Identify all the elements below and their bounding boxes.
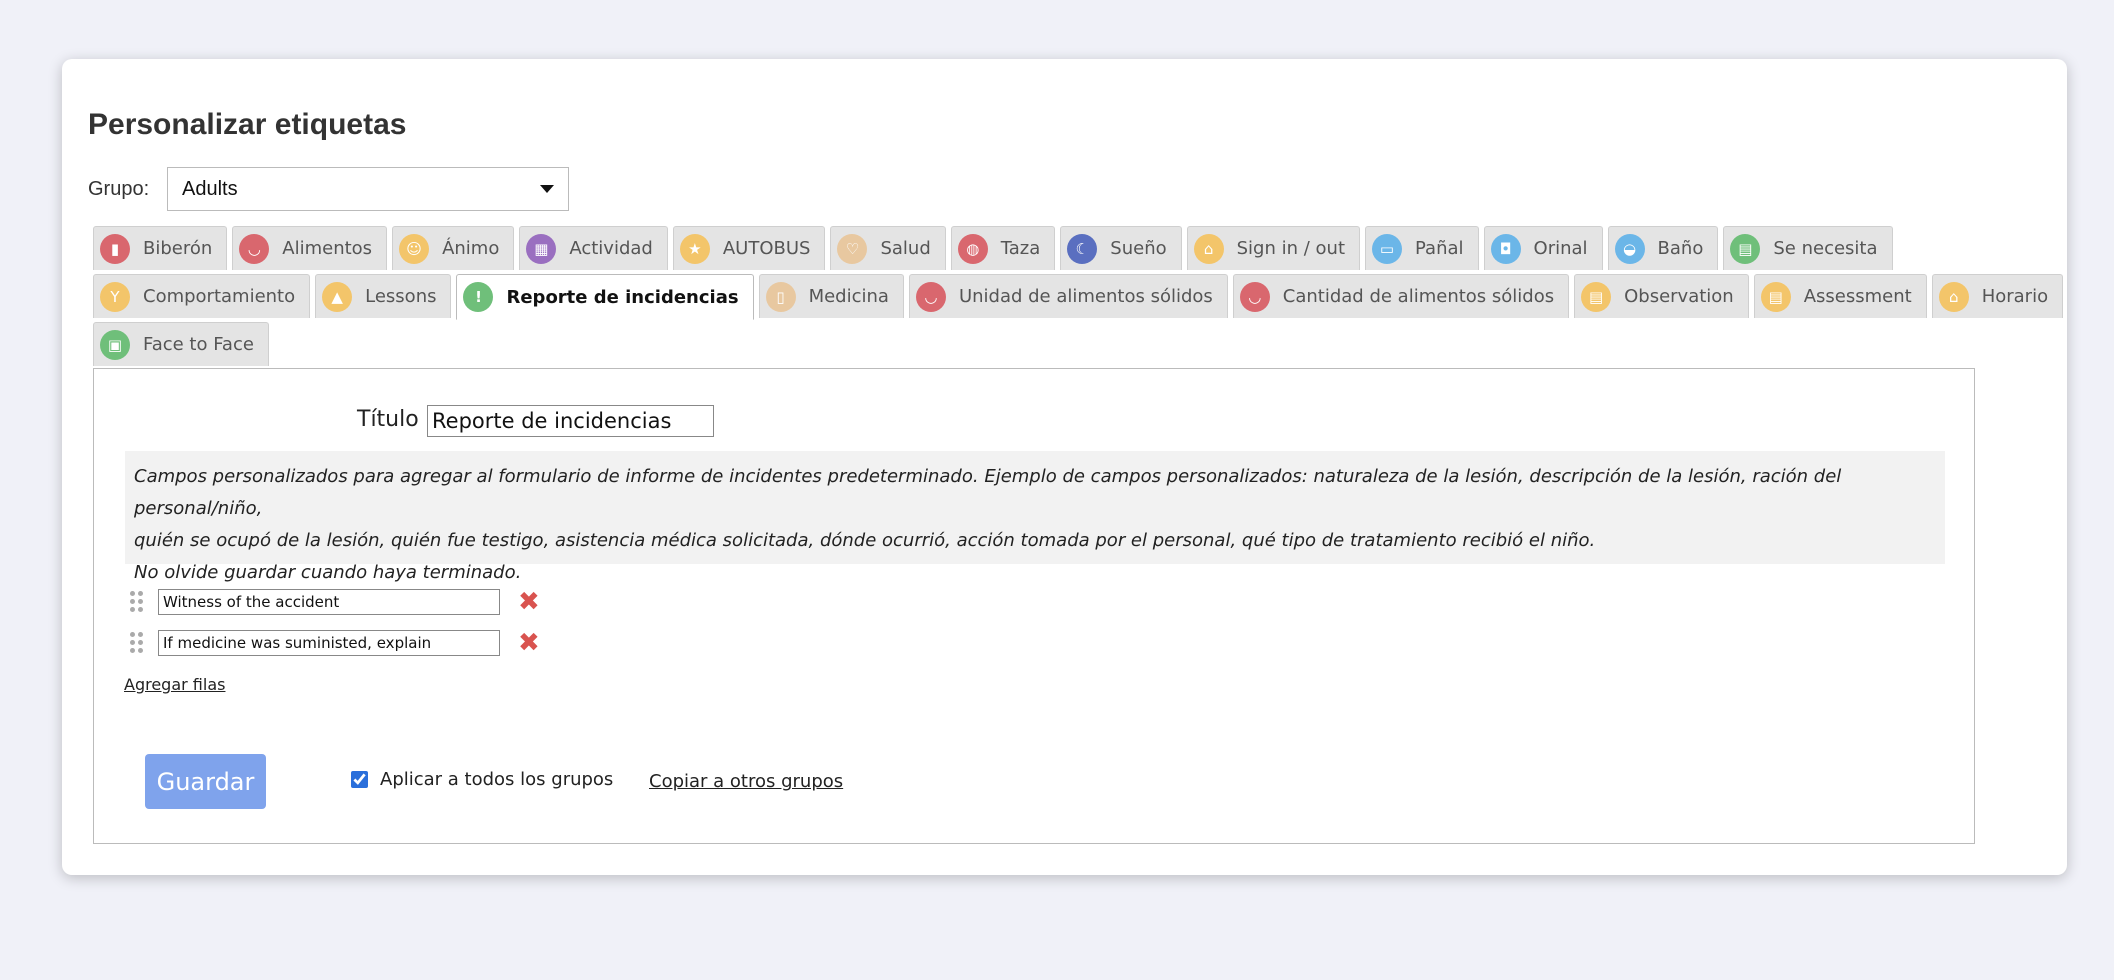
tab-label: Alimentos [282,238,373,259]
tab-se-necesita[interactable]: ▤ Se necesita [1723,226,1893,270]
group-label: Grupo: [88,178,150,200]
blocks-icon: ▦ [526,233,557,264]
bowl-icon: ◡ [1239,281,1270,312]
group-select-value: Adults [182,178,238,200]
title-label: Título [357,407,419,432]
cup-icon: ◍ [957,233,988,264]
tab-taza[interactable]: ◍ Taza [950,226,1056,270]
note-icon: ▤ [1760,281,1791,312]
delete-icon[interactable]: ✖ [518,589,540,615]
apply-all-groups[interactable]: Aplicar a todos los grupos [351,769,613,790]
tab-label: Assessment [1803,286,1912,307]
face-to-face-icon: ▣ [100,329,130,360]
behavior-icon: Y [100,281,130,312]
tab-label: Cantidad de alimentos sólidos [1282,286,1555,307]
delete-icon[interactable]: ✖ [518,630,540,656]
tab-actividad[interactable]: ▦ Actividad [519,226,668,270]
graduation-cap-icon: ▲ [322,281,353,312]
tab-label: Reporte de incidencias [506,286,739,308]
title-input[interactable] [427,405,714,437]
tab-label: Observation [1624,286,1734,307]
tab-label: Sign in / out [1236,238,1346,259]
tab-sueño[interactable]: ☾ Sueño [1060,226,1182,270]
medicine-icon: ▯ [765,281,796,312]
add-rows-link[interactable]: Agregar filas [124,675,225,694]
apply-all-label: Aplicar a todos los grupos [380,769,614,790]
tab-medicina[interactable]: ▯ Medicina [758,274,904,318]
info-line: Campos personalizados para agregar al fo… [134,466,1842,519]
tab-horario[interactable]: ⌂ Horario [1931,274,2064,318]
tab-sign-in-out[interactable]: ⌂ Sign in / out [1186,226,1361,270]
tab-orinal[interactable]: ◘ Orinal [1483,226,1603,270]
tab-label: Biberón [143,238,213,259]
tab-label: Se necesita [1773,238,1878,259]
tab-autobus[interactable]: ★ AUTOBUS [672,226,826,270]
page-title: Personalizar etiquetas [88,108,407,141]
tab-label: Taza [1000,238,1041,259]
warning-icon: ! [463,282,494,312]
bath-icon: ◒ [1614,233,1645,264]
tab-baño[interactable]: ◒ Baño [1607,226,1719,270]
tab-face-to-face[interactable]: ▣ Face to Face [93,322,269,366]
stethoscope-icon: ♡ [837,233,868,264]
home-icon: ⌂ [1938,281,1969,312]
copy-to-groups-link[interactable]: Copiar a otros grupos [649,771,843,792]
tab-ánimo[interactable]: ☺ Ánimo [392,226,515,270]
tab-label: Unidad de alimentos sólidos [958,286,1213,307]
tab-observation[interactable]: ▤ Observation [1574,274,1749,318]
info-box: Campos personalizados para agregar al fo… [125,451,1945,583]
potty-icon: ◘ [1490,233,1521,264]
tab-unidad-de-alimentos-sólidos[interactable]: ◡ Unidad de alimentos sólidos [908,274,1228,318]
tab-lessons[interactable]: ▲ Lessons [315,274,452,318]
mood-icon: ☺ [399,233,430,264]
tab-label: Face to Face [143,334,254,355]
tab-row-1: ▮ Biberón ◡ Alimentos ☺ Ánimo ▦ Actividad ★ AUTOB… [93,226,1898,270]
tab-salud[interactable]: ♡ Salud [830,226,946,270]
tab-label: Salud [880,238,931,259]
tab-label: Orinal [1533,238,1588,259]
tab-label: Pañal [1415,238,1464,259]
save-button[interactable]: Guardar [145,754,266,809]
home-icon: ⌂ [1193,233,1224,264]
tab-alimentos[interactable]: ◡ Alimentos [232,226,388,270]
tab-row-2: Y Comportamiento ▲ Lessons! Reporte de incid… [93,274,2068,320]
tab-assessment[interactable]: ▤ Assessment [1753,274,1927,318]
note-icon: ▤ [1581,281,1612,312]
tab-label: AUTOBUS [722,238,811,259]
tab-biberón[interactable]: ▮ Biberón [93,226,228,270]
info-line: quién se ocupó de la lesión, quién fue t… [134,530,1596,551]
tab-label: Medicina [808,286,889,307]
group-select[interactable]: Adults [167,167,569,211]
drag-handle-icon[interactable] [130,632,144,654]
bottle-icon: ▮ [100,233,130,264]
tab-comportamiento[interactable]: Y Comportamiento [93,274,311,318]
moon-icon: ☾ [1067,233,1098,264]
apply-all-checkbox[interactable] [351,771,368,788]
chevron-down-icon [540,185,554,193]
clipboard-icon: ▤ [1730,233,1761,264]
tab-label: Horario [1981,286,2049,307]
bowl-icon: ◡ [239,233,270,264]
tab-label: Sueño [1110,238,1167,259]
star-icon: ★ [679,233,710,264]
tab-label: Actividad [569,238,653,259]
custom-field-input[interactable] [158,589,500,615]
custom-field-input[interactable] [158,630,500,656]
tab-reporte-de-incidencias[interactable]: ! Reporte de incidencias [456,274,754,320]
custom-field-row: ✖ [130,629,540,657]
custom-field-row: ✖ [130,588,540,616]
drag-handle-icon[interactable] [130,591,144,613]
diaper-icon: ▭ [1372,233,1403,264]
tab-row-3: ▣ Face to Face [93,322,274,366]
info-line: No olvide guardar cuando haya terminado. [134,562,522,583]
tab-label: Ánimo [442,238,500,259]
tab-label: Lessons [365,286,437,307]
bowl-icon: ◡ [915,281,946,312]
tab-label: Comportamiento [143,286,296,307]
tab-cantidad-de-alimentos-sólidos[interactable]: ◡ Cantidad de alimentos sólidos [1232,274,1570,318]
tab-label: Baño [1657,238,1704,259]
tab-pañal[interactable]: ▭ Pañal [1365,226,1479,270]
